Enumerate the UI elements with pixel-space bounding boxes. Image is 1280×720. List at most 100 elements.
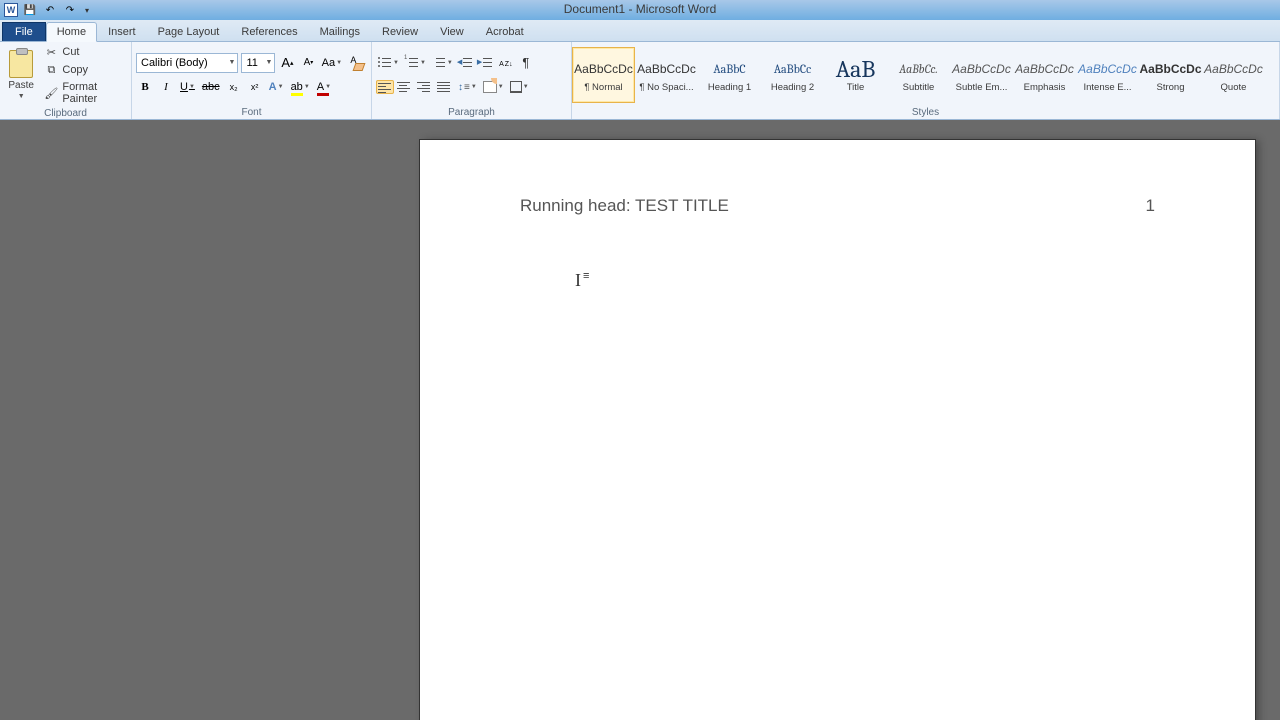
font-color-button[interactable]: A▼ (315, 77, 333, 97)
style-label: Title (847, 82, 865, 93)
style-preview: AaBbCcDc (952, 56, 1011, 82)
style-item[interactable]: AaBbCHeading 1 (698, 47, 761, 103)
chevron-down-icon[interactable]: ▼ (263, 59, 272, 66)
font-name-combo[interactable]: Calibri (Body) ▼ (136, 53, 238, 73)
save-icon[interactable]: 💾 (22, 2, 38, 18)
style-item[interactable]: AaBTitle (824, 47, 887, 103)
paste-label: Paste (8, 80, 34, 91)
bold-button[interactable]: B (136, 77, 154, 97)
subscript-button[interactable]: x₂ (225, 77, 243, 97)
quick-access-toolbar: W 💾 ↶ ↷ ▾ (0, 2, 92, 18)
style-label: ¶ No Spaci... (639, 82, 693, 93)
page-header: Running head: TEST TITLE 1 (420, 140, 1255, 216)
chevron-down-icon[interactable]: ▼ (18, 93, 25, 100)
tab-insert[interactable]: Insert (97, 22, 147, 41)
highlight-button[interactable]: ab▼ (289, 77, 312, 97)
styles-gallery[interactable]: AaBbCcDc¶ NormalAaBbCcDc¶ No Spaci...AaB… (572, 47, 1265, 103)
tab-home[interactable]: Home (46, 22, 97, 42)
italic-button[interactable]: I (157, 77, 175, 97)
align-center-button[interactable] (396, 80, 414, 94)
cut-button[interactable]: ✂ Cut (42, 44, 127, 60)
page-number: 1 (1146, 196, 1155, 216)
style-preview: AaBbCcDc (637, 56, 696, 82)
running-head-text: Running head: TEST TITLE (520, 196, 729, 216)
change-case-button[interactable]: Aa▼ (320, 53, 343, 73)
copy-button[interactable]: ⧉ Copy (42, 62, 127, 78)
shading-icon (483, 81, 497, 93)
font-size-combo[interactable]: 11 ▼ (241, 53, 275, 73)
undo-icon[interactable]: ↶ (42, 2, 58, 18)
style-item[interactable]: AaBbCcDcSubtle Em... (950, 47, 1013, 103)
style-item[interactable]: AaBbCcDcIntense E... (1076, 47, 1139, 103)
text-cursor: I≡ (575, 270, 589, 291)
font-name-value: Calibri (Body) (141, 57, 208, 69)
align-justify-button[interactable] (436, 80, 454, 94)
underline-button[interactable]: U▼ (178, 77, 197, 97)
style-preview: AaBbCc. (899, 56, 938, 82)
shrink-font-button[interactable]: A▾ (299, 53, 317, 73)
tab-review[interactable]: Review (371, 22, 429, 41)
redo-icon[interactable]: ↷ (62, 2, 78, 18)
paste-button[interactable]: Paste ▼ (4, 48, 38, 102)
borders-icon (510, 81, 522, 93)
qat-customize-icon[interactable]: ▾ (82, 2, 92, 18)
superscript-button[interactable]: x² (246, 77, 264, 97)
group-font: Calibri (Body) ▼ 11 ▼ A▴ A▾ Aa▼ B I U▼ (132, 42, 372, 119)
style-preview: AaBbC (713, 56, 745, 82)
style-item[interactable]: AaBbCcDcEmphasis (1013, 47, 1076, 103)
line-spacing-button[interactable]: ▼ (456, 77, 479, 97)
document-area[interactable]: Running head: TEST TITLE 1 I≡ (0, 120, 1280, 720)
sort-button[interactable] (497, 53, 515, 73)
align-right-button[interactable] (416, 80, 434, 94)
style-preview: AaBbCcDc (1015, 56, 1074, 82)
clear-formatting-button[interactable] (346, 53, 367, 73)
text-effects-button[interactable]: A▼ (267, 77, 286, 97)
style-item[interactable]: AaBbCcHeading 2 (761, 47, 824, 103)
multilevel-list-button[interactable]: ▼ (430, 53, 455, 73)
eraser-icon (348, 54, 365, 72)
style-preview: AaBbCcDc (1204, 56, 1263, 82)
style-item[interactable]: AaBbCcDc¶ Normal (572, 47, 635, 103)
chevron-down-icon[interactable]: ▼ (227, 59, 236, 66)
tab-mailings[interactable]: Mailings (309, 22, 371, 41)
format-painter-button[interactable]: 🖌 Format Painter (42, 80, 127, 106)
group-label-paragraph: Paragraph (372, 107, 571, 119)
bullets-icon (378, 57, 392, 69)
style-preview: AaB (836, 56, 876, 82)
numbering-button[interactable]: ▼ (403, 53, 428, 73)
increase-indent-icon (479, 57, 493, 69)
cut-label: Cut (62, 46, 79, 58)
tab-references[interactable]: References (230, 22, 308, 41)
format-painter-label: Format Painter (62, 81, 125, 105)
group-clipboard: Paste ▼ ✂ Cut ⧉ Copy 🖌 Format Painter Cl… (0, 42, 132, 119)
decrease-indent-button[interactable] (457, 53, 475, 73)
tab-view[interactable]: View (429, 22, 475, 41)
shading-button[interactable]: ▼ (481, 77, 506, 97)
style-label: Strong (1157, 82, 1185, 93)
tab-file[interactable]: File (2, 22, 46, 41)
grow-font-button[interactable]: A▴ (278, 53, 296, 73)
style-label: Heading 1 (708, 82, 751, 93)
tab-page-layout[interactable]: Page Layout (147, 22, 231, 41)
copy-label: Copy (62, 64, 88, 76)
show-hide-button[interactable]: ¶ (517, 53, 535, 73)
borders-button[interactable]: ▼ (508, 77, 531, 97)
group-styles: AaBbCcDc¶ NormalAaBbCcDc¶ No Spaci...AaB… (572, 42, 1280, 119)
ribbon-tabs: File Home Insert Page Layout References … (0, 20, 1280, 42)
title-bar: W 💾 ↶ ↷ ▾ Document1 - Microsoft Word (0, 0, 1280, 20)
style-item[interactable]: AaBbCcDc¶ No Spaci... (635, 47, 698, 103)
style-item[interactable]: AaBbCc.Subtitle (887, 47, 950, 103)
scissors-icon: ✂ (44, 45, 58, 59)
word-app-icon[interactable]: W (4, 3, 18, 17)
style-item[interactable]: AaBbCcDcStrong (1139, 47, 1202, 103)
style-label: Intense E... (1083, 82, 1131, 93)
page[interactable]: Running head: TEST TITLE 1 I≡ (420, 140, 1255, 720)
style-item[interactable]: AaBbCcDcQuote (1202, 47, 1265, 103)
increase-indent-button[interactable] (477, 53, 495, 73)
multilevel-icon (432, 57, 446, 69)
font-size-value: 11 (246, 57, 257, 69)
strikethrough-button[interactable]: abc (200, 77, 222, 97)
tab-acrobat[interactable]: Acrobat (475, 22, 535, 41)
bullets-button[interactable]: ▼ (376, 53, 401, 73)
align-left-button[interactable] (376, 80, 394, 94)
